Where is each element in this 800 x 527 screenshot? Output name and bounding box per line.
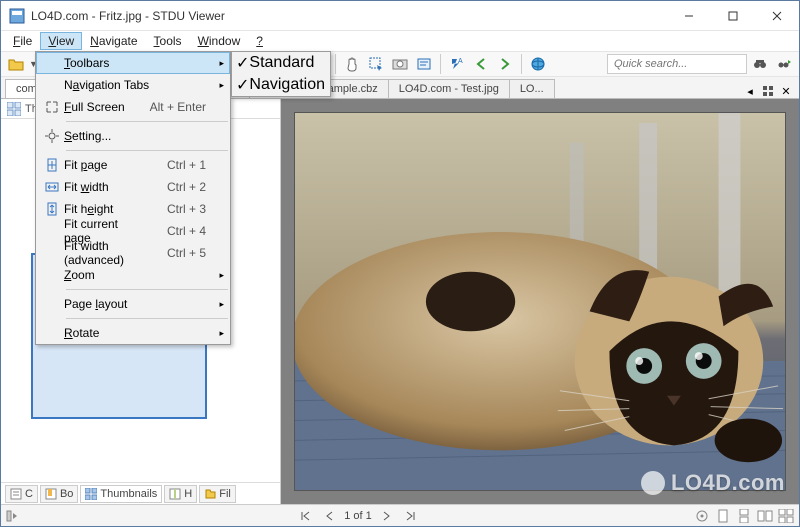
menubar: File View Navigate Tools Window ? [1, 31, 799, 51]
hand-tool-icon[interactable] [341, 53, 363, 75]
tab-close-icon[interactable]: ✕ [779, 84, 793, 98]
menu-view[interactable]: View [40, 32, 82, 50]
tab[interactable]: LO... [509, 79, 555, 98]
menu-window[interactable]: Window [190, 32, 249, 50]
snapshot-icon[interactable] [389, 53, 411, 75]
document-page [295, 113, 785, 490]
menu-file[interactable]: File [5, 32, 40, 50]
tab-grid-icon[interactable] [761, 84, 775, 98]
find-icon[interactable]: A [446, 53, 468, 75]
status-bar: 1 of 1 [1, 504, 799, 526]
menu-fit-width-adv[interactable]: Fit width (advanced)Ctrl + 5 [36, 242, 230, 264]
page-status: 1 of 1 [344, 510, 372, 522]
window-title: LO4D.com - Fritz.jpg - STDU Viewer [31, 9, 667, 23]
side-panel-tabs: C Bo Thumbnails H Fil [1, 482, 280, 504]
menu-fit-page[interactable]: Fit pageCtrl + 1 [36, 154, 230, 176]
menu-navigate[interactable]: Navigate [82, 32, 145, 50]
layout-continuous-icon[interactable] [735, 508, 753, 524]
menu-toolbars[interactable]: Toolbars▸ [36, 52, 230, 74]
go-back-icon[interactable] [470, 53, 492, 75]
side-tab-contents[interactable]: C [5, 485, 38, 503]
menu-page-layout[interactable]: Page layout▸ [36, 293, 230, 315]
find-next-icon[interactable] [773, 53, 795, 75]
menu-help[interactable]: ? [248, 32, 271, 50]
menu-full-screen[interactable]: Full ScreenAlt + Enter [36, 96, 230, 118]
submenu-standard[interactable]: ✓Standard [232, 52, 330, 74]
submenu-navigation[interactable]: ✓Navigation [232, 74, 330, 96]
select-tool-icon[interactable] [365, 53, 387, 75]
text-select-icon[interactable] [413, 53, 435, 75]
app-icon [9, 8, 25, 24]
layout-facing-icon[interactable] [756, 508, 774, 524]
thumbnails-grid-icon[interactable] [7, 102, 21, 116]
menu-setting[interactable]: Setting... [36, 125, 230, 147]
open-icon[interactable] [5, 53, 27, 75]
view-menu: Toolbars▸ Navigation Tabs▸ Full ScreenAl… [35, 51, 231, 345]
side-tab-files[interactable]: Fil [199, 485, 236, 503]
menu-rotate[interactable]: Rotate▸ [36, 322, 230, 344]
close-button[interactable] [755, 1, 799, 30]
web-icon[interactable] [527, 53, 549, 75]
status-tool-1-icon[interactable] [693, 508, 711, 524]
menu-navigation-tabs[interactable]: Navigation Tabs▸ [36, 74, 230, 96]
side-tab-bookmarks[interactable]: Bo [40, 485, 78, 503]
tab[interactable]: LO4D.com - Test.jpg [388, 79, 510, 98]
last-page-icon[interactable] [402, 508, 420, 524]
viewer-area[interactable] [281, 99, 799, 504]
quick-search-input[interactable] [607, 54, 747, 74]
toolbars-submenu: ✓Standard ✓Navigation [231, 51, 331, 97]
side-tab-history[interactable]: H [164, 485, 197, 503]
layout-single-icon[interactable] [714, 508, 732, 524]
menu-fit-width[interactable]: Fit widthCtrl + 2 [36, 176, 230, 198]
layout-facing-cont-icon[interactable] [777, 508, 795, 524]
tab-scroll-left-icon[interactable]: ◂ [743, 84, 757, 98]
minimize-button[interactable] [667, 1, 711, 30]
menu-tools[interactable]: Tools [146, 32, 190, 50]
next-page-icon[interactable] [378, 508, 396, 524]
prev-page-icon[interactable] [320, 508, 338, 524]
side-tab-thumbnails[interactable]: Thumbnails [80, 485, 162, 503]
title-bar: LO4D.com - Fritz.jpg - STDU Viewer [1, 1, 799, 31]
maximize-button[interactable] [711, 1, 755, 30]
svg-text:A: A [458, 58, 463, 65]
go-forward-icon[interactable] [494, 53, 516, 75]
status-left-icon[interactable] [6, 510, 18, 522]
menu-zoom[interactable]: Zoom▸ [36, 264, 230, 286]
binoculars-icon[interactable] [749, 53, 771, 75]
first-page-icon[interactable] [296, 508, 314, 524]
